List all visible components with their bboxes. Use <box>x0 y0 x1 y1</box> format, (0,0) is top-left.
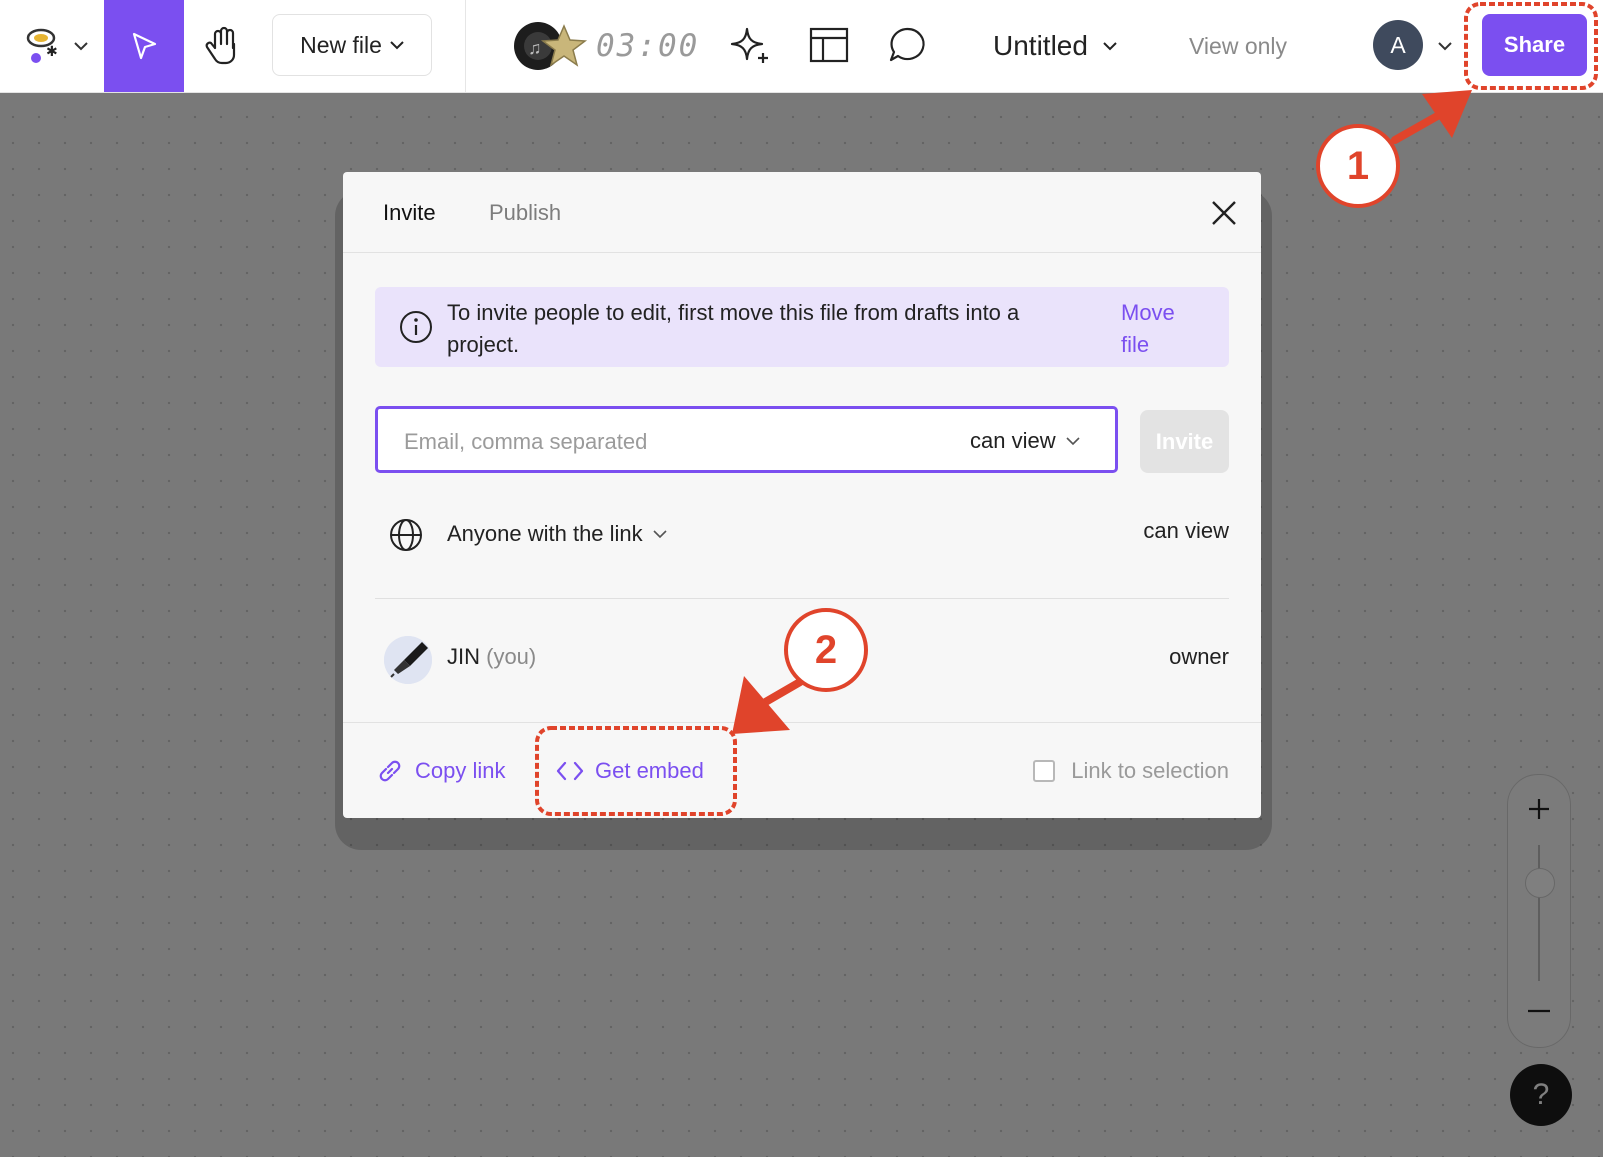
close-icon <box>1212 201 1236 225</box>
invite-button[interactable]: Invite <box>1140 410 1229 473</box>
member-avatar <box>384 636 432 684</box>
layout-table-icon[interactable] <box>808 24 850 66</box>
divider <box>375 598 1229 599</box>
share-dialog: Invite Publish To invite people to edit,… <box>343 172 1261 818</box>
file-title: Untitled <box>993 30 1088 61</box>
chevron-down-icon <box>653 529 667 538</box>
account-chevron-down-icon[interactable] <box>1434 36 1456 56</box>
link-scope-select[interactable]: Anyone with the link <box>447 518 667 550</box>
view-only-label: View only <box>1189 32 1288 59</box>
step-2-badge: 2 <box>784 608 868 692</box>
new-file-button[interactable]: New file <box>272 14 432 76</box>
link-scope-label: Anyone with the link <box>447 521 643 546</box>
link-icon <box>379 760 401 782</box>
link-access-row: Anyone with the link can view <box>375 510 1229 560</box>
sparkle-ai-icon[interactable] <box>728 24 772 68</box>
copy-link-button[interactable]: Copy link <box>375 751 505 791</box>
select-tool-button[interactable] <box>104 0 184 92</box>
move-file-link[interactable]: Move file <box>1121 297 1201 361</box>
chevron-down-icon <box>390 40 404 49</box>
email-field[interactable] <box>402 425 926 459</box>
copy-link-label: Copy link <box>415 758 506 783</box>
link-to-selection-toggle[interactable]: Link to selection <box>1033 751 1229 791</box>
logo-menu-chevron-icon[interactable] <box>70 34 92 58</box>
svg-text:♫: ♫ <box>528 38 542 58</box>
tab-invite[interactable]: Invite <box>383 196 436 230</box>
member-name: JIN (you) <box>447 644 536 676</box>
timer-music-icon[interactable]: ♫ <box>514 20 594 72</box>
hand-tool-button[interactable] <box>200 22 246 70</box>
member-role: owner <box>1169 644 1229 669</box>
link-to-selection-checkbox[interactable] <box>1033 760 1056 782</box>
timer-display: 03:00 <box>596 28 700 64</box>
dialog-footer: Copy link Get embed Link to selection <box>343 722 1261 819</box>
get-embed-label: Get embed <box>595 758 704 783</box>
step-1-badge: 1 <box>1316 124 1400 208</box>
get-embed-button[interactable]: Get embed <box>555 751 704 791</box>
app-root: ✱ New file ♫ 03:00 Untitled View only A … <box>0 0 1603 1157</box>
close-button[interactable] <box>1207 196 1241 230</box>
member-name-text: JIN <box>447 644 480 669</box>
file-title-menu[interactable]: Untitled <box>993 22 1118 70</box>
dialog-tabs: Invite Publish <box>343 172 1261 253</box>
toolbar-divider <box>465 0 466 92</box>
chevron-down-icon <box>1066 436 1080 445</box>
share-button[interactable]: Share <box>1482 14 1587 76</box>
comment-icon[interactable] <box>886 24 928 66</box>
banner-message: To invite people to edit, first move thi… <box>447 300 1020 357</box>
hand-icon <box>205 26 236 65</box>
link-to-selection-label: Link to selection <box>1071 758 1229 783</box>
app-logo-icon[interactable]: ✱ <box>22 24 62 68</box>
fountain-pen-icon <box>384 636 432 684</box>
chevron-down-icon <box>1103 42 1117 51</box>
cursor-icon <box>132 32 157 60</box>
invite-permission-label: can view <box>970 428 1056 453</box>
link-permission-select[interactable]: can view <box>1143 518 1229 550</box>
invite-email-box: can view <box>375 406 1118 473</box>
info-icon <box>399 310 433 349</box>
globe-icon <box>389 518 423 557</box>
invite-permission-select[interactable]: can view <box>970 425 1080 457</box>
user-avatar[interactable]: A <box>1373 20 1423 70</box>
top-toolbar: ✱ New file ♫ 03:00 Untitled View only A … <box>0 0 1603 93</box>
code-brackets-icon <box>556 761 584 781</box>
svg-text:✱: ✱ <box>46 43 58 59</box>
tab-publish[interactable]: Publish <box>489 196 561 230</box>
drafts-info-banner: To invite people to edit, first move thi… <box>375 287 1229 367</box>
member-you-tag: (you) <box>486 644 537 669</box>
new-file-label: New file <box>300 31 382 58</box>
